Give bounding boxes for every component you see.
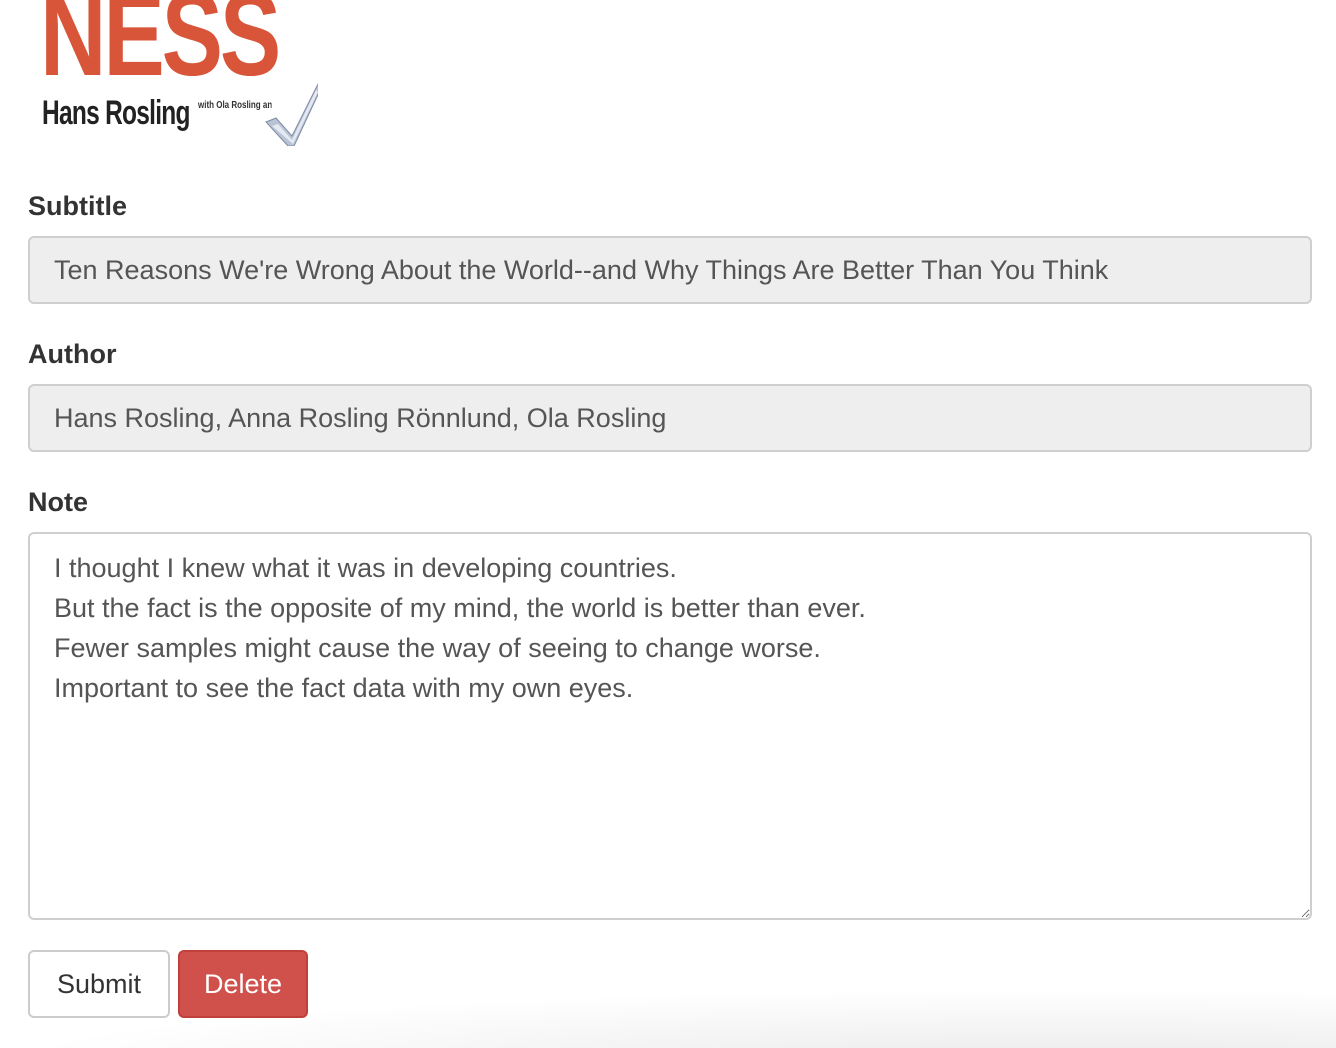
cover-author: Hans Rosling <box>42 94 191 132</box>
subtitle-label: Subtitle <box>28 191 127 221</box>
submit-button[interactable]: Submit <box>28 950 170 1018</box>
book-cover-image: NESS Hans Rosling with Ola Rosling and A… <box>28 0 318 146</box>
author-field[interactable]: Hans Rosling, Anna Rosling Rönnlund, Ola… <box>28 384 1312 452</box>
author-label: Author <box>28 339 117 369</box>
book-edit-page: NESS Hans Rosling with Ola Rosling and A… <box>0 0 1336 1048</box>
note-textarea-wrapper: I thought I knew what it was in developi… <box>0 532 1336 920</box>
note-label: Note <box>28 487 88 517</box>
subtitle-field[interactable]: Ten Reasons We're Wrong About the World-… <box>28 236 1312 304</box>
cover-title-fragment: NESS <box>40 0 281 101</box>
note-textarea[interactable]: I thought I knew what it was in developi… <box>28 532 1312 920</box>
delete-button[interactable]: Delete <box>178 950 308 1018</box>
checkmark-icon <box>265 83 318 146</box>
